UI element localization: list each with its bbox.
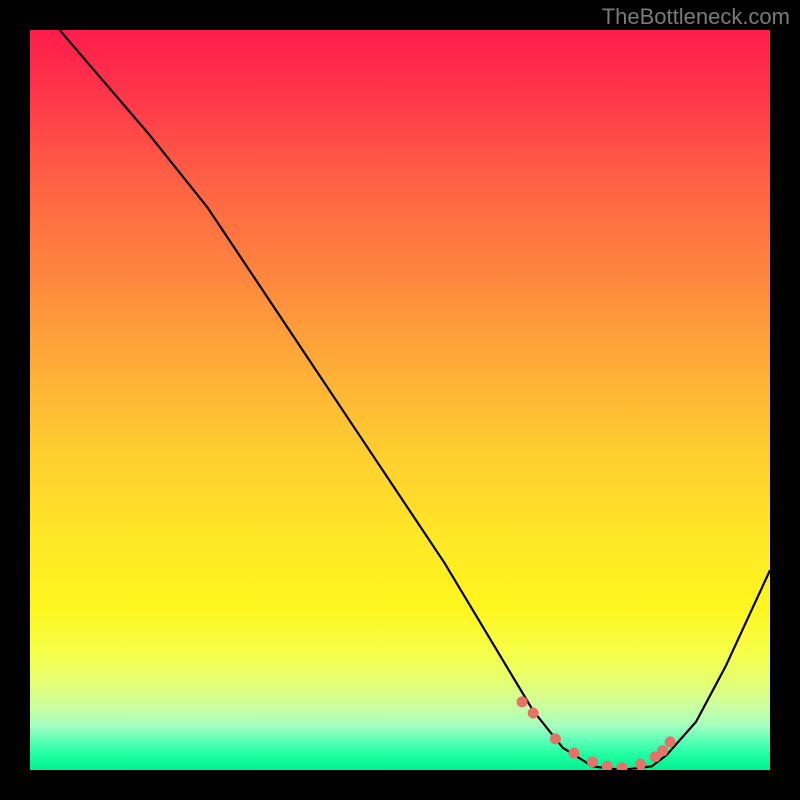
plot-area [30,30,770,770]
watermark-text: TheBottleneck.com [602,4,790,30]
